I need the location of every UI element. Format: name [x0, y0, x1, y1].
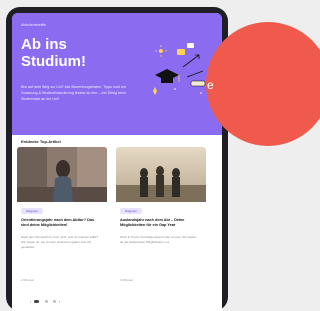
tablet-frame: Abiturientenhilfe Ab ins Studium! Bist a…	[6, 7, 228, 311]
article-image	[116, 147, 206, 202]
hero-body: Bist auf dem Weg zur Uni? Alle Bewerbung…	[21, 85, 127, 101]
pager-dot[interactable]	[52, 300, 56, 304]
hero-banner: Abiturientenhilfe Ab ins Studium! Bist a…	[12, 13, 222, 135]
section-title: Entdecke Top-Artikel	[21, 139, 61, 144]
article-read-time: 3 Minuten	[120, 278, 134, 282]
graduation-illustration-icon	[153, 43, 206, 95]
tablet-screen: Abiturientenhilfe Ab ins Studium! Bist a…	[12, 13, 222, 311]
article-tag: Ratgeber	[120, 208, 142, 214]
article-read-time: 2 Minuten	[21, 278, 35, 282]
promo-badge-text: e	[207, 78, 214, 92]
hero-title-line1: Ab ins	[21, 36, 67, 53]
next-arrow-icon[interactable]: ›	[59, 299, 60, 304]
article-card[interactable]: Ratgeber Auslandsjahr nach dem Abi – Dei…	[116, 147, 206, 287]
hero-title-line2: Studium!	[21, 53, 86, 70]
article-tag: Ratgeber	[21, 208, 43, 214]
prev-arrow-icon[interactable]: ‹	[30, 299, 31, 304]
article-description: Nach dem Abi weißt du noch nicht, was du…	[21, 235, 99, 249]
article-title[interactable]: Orientierungsjahr nach dem Abitur? Das s…	[21, 218, 101, 228]
article-image	[17, 147, 107, 202]
pager-dot-active[interactable]	[34, 300, 40, 304]
carousel-pager: ‹ ›	[30, 299, 60, 304]
hero-eyebrow: Abiturientenhilfe	[21, 23, 47, 27]
promo-badge: e	[206, 22, 320, 146]
pager-dot[interactable]	[44, 300, 48, 304]
article-description: Work & Travel, Freiwilligendienst oder A…	[120, 235, 197, 244]
article-card[interactable]: Ratgeber Orientierungsjahr nach dem Abit…	[17, 147, 107, 287]
article-title[interactable]: Auslandsjahr nach dem Abi – Deine Möglic…	[120, 218, 200, 228]
hero-title: Ab ins Studium!	[21, 36, 86, 70]
